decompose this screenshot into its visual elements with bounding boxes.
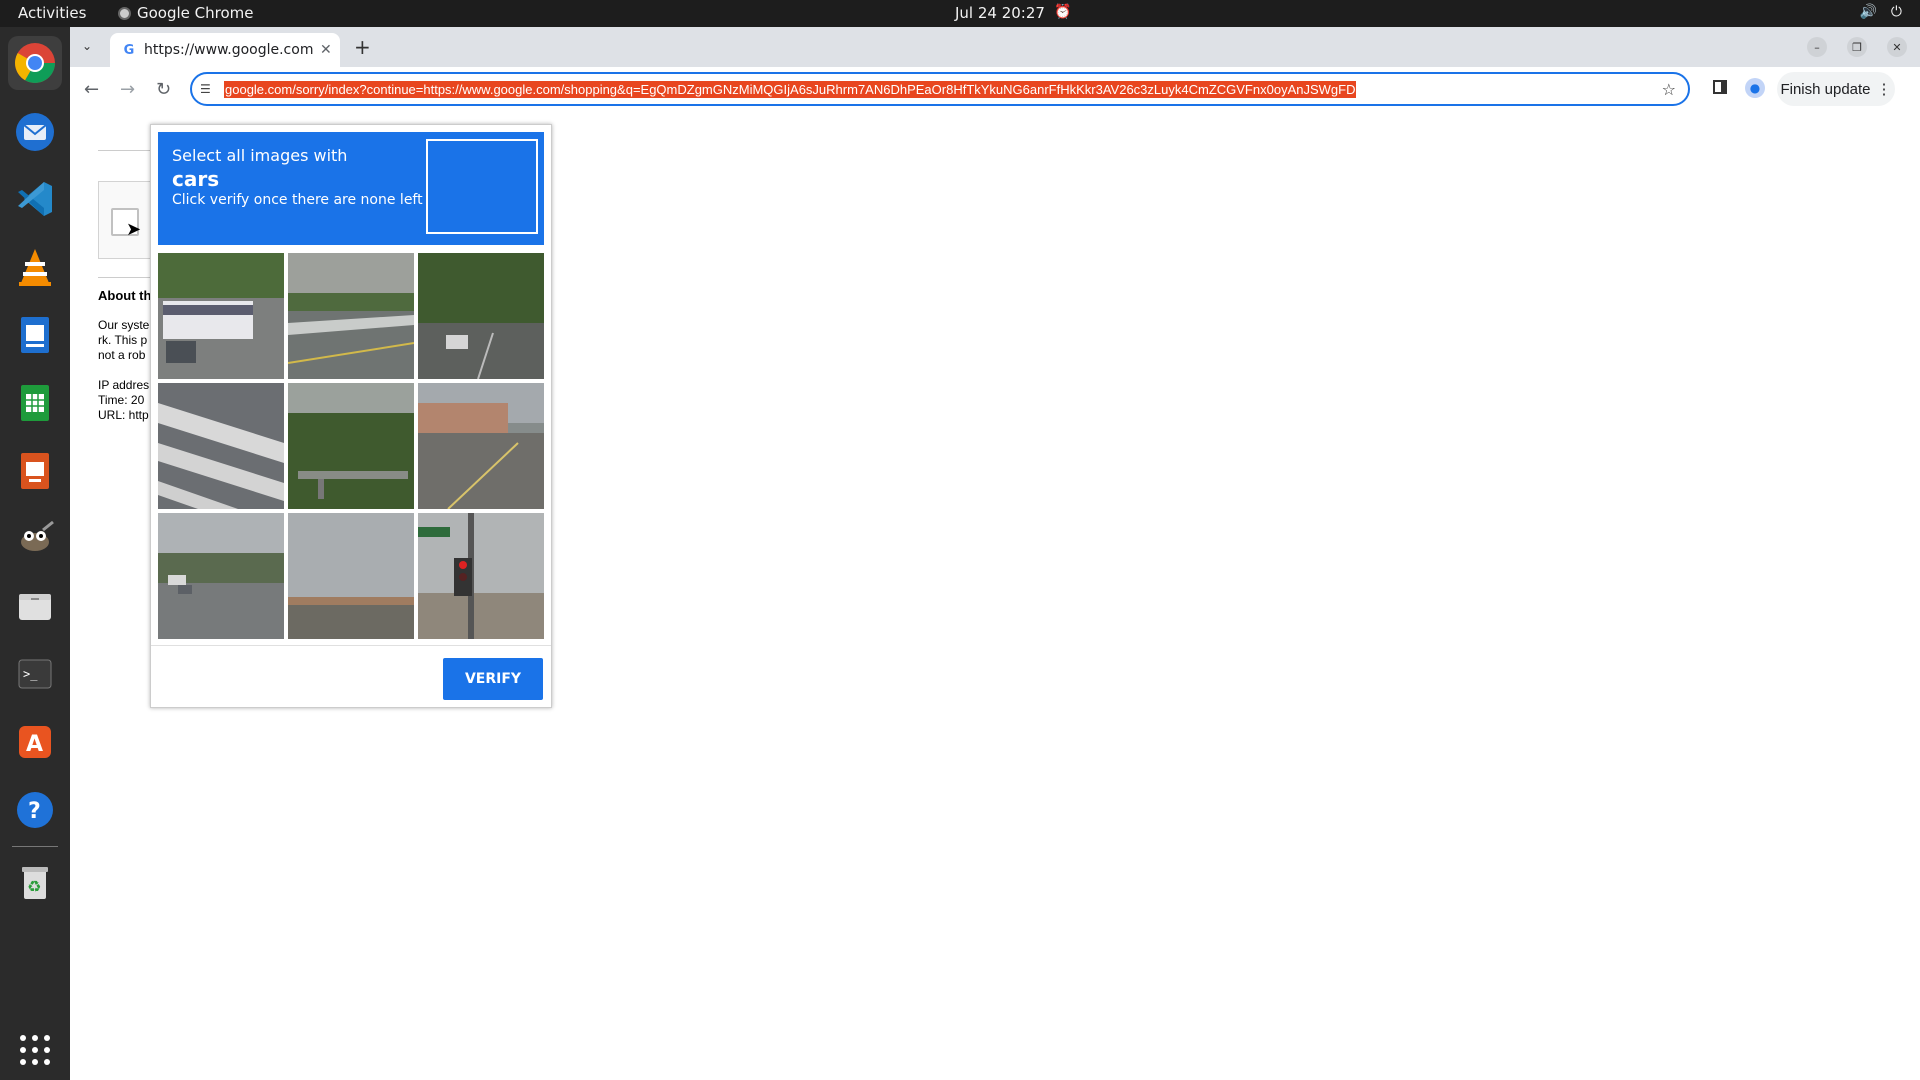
tab-strip: ⌄ G https://www.google.com ✕ + – ❐ ✕	[70, 27, 1920, 67]
help-icon[interactable]: ?	[8, 783, 62, 837]
text-line: IP addres	[98, 378, 150, 392]
captcha-instructions: Select all images with cars Click verify…	[158, 132, 544, 245]
calc-icon[interactable]	[8, 376, 62, 430]
address-bar[interactable]: ☰ google.com/sorry/index?continue=https:…	[190, 72, 1690, 106]
gimp-icon[interactable]	[8, 511, 62, 565]
svg-text:>_: >_	[23, 667, 38, 681]
captcha-tile[interactable]	[158, 383, 284, 509]
captcha-challenge: Select all images with cars Click verify…	[150, 124, 552, 708]
power-icon: ⏻	[1890, 4, 1902, 20]
svg-text:A: A	[26, 732, 43, 757]
app-menu[interactable]: Google Chrome	[118, 4, 254, 22]
trash-icon[interactable]: ♻	[8, 856, 62, 910]
vlc-icon[interactable]	[8, 240, 62, 294]
text-line[interactable]: URL: http	[98, 408, 152, 423]
instruction-line: Select all images with	[172, 146, 348, 165]
captcha-tile[interactable]	[288, 253, 414, 379]
text-line: rk. This p	[98, 333, 148, 347]
app-grid-icon[interactable]	[8, 1023, 62, 1077]
tab-close-icon[interactable]: ✕	[320, 42, 332, 58]
side-panel-icon[interactable]	[1713, 80, 1727, 94]
volume-icon: 🔊	[1859, 4, 1877, 20]
clock[interactable]: Jul 24 20:27	[955, 4, 1045, 22]
google-favicon-icon: G	[123, 42, 135, 58]
captcha-tile[interactable]	[418, 513, 544, 639]
captcha-image-grid	[158, 253, 544, 639]
reload-icon[interactable]: ↻	[156, 79, 171, 100]
chrome-small-icon	[118, 6, 131, 20]
captcha-tile[interactable]	[158, 253, 284, 379]
site-info-icon[interactable]: ☰	[200, 82, 218, 96]
app-center-icon[interactable]: A	[8, 715, 62, 769]
restore-icon[interactable]: ❐	[1847, 37, 1867, 57]
menu-kebab-icon: ⋮	[1876, 81, 1892, 98]
system-status-area[interactable]: 🔊 ⏻	[1859, 4, 1902, 20]
svg-text:?: ?	[28, 799, 41, 824]
dock: >_ A ? ♻	[0, 27, 70, 1080]
about-heading: About th	[98, 288, 152, 303]
files-icon[interactable]	[8, 579, 62, 633]
divider	[98, 277, 158, 278]
minimize-icon[interactable]: –	[1807, 37, 1827, 57]
writer-icon[interactable]	[8, 308, 62, 362]
sample-image-frame	[426, 139, 538, 234]
finish-update-button[interactable]: Finish update ⋮	[1777, 72, 1895, 106]
captcha-tile[interactable]	[288, 383, 414, 509]
tab-title: https://www.google.com	[144, 42, 314, 58]
browser-tab[interactable]: G https://www.google.com ✕	[110, 33, 340, 67]
captcha-tile[interactable]	[418, 383, 544, 509]
thunderbird-icon[interactable]	[8, 105, 62, 159]
browser-toolbar: ← → ↻ ☰ google.com/sorry/index?continue=…	[70, 67, 1920, 114]
profile-avatar-icon[interactable]: ●	[1745, 78, 1765, 98]
terminal-icon[interactable]: >_	[8, 647, 62, 701]
back-icon[interactable]: ←	[84, 79, 99, 100]
app-name: Google Chrome	[137, 4, 254, 22]
captcha-tile[interactable]	[288, 513, 414, 639]
finish-update-label: Finish update	[1780, 80, 1871, 98]
text-line: Our syste	[98, 318, 150, 332]
captcha-tile[interactable]	[158, 513, 284, 639]
explanation-text: Our syste rk. This p not a rob	[98, 318, 152, 363]
divider	[98, 150, 158, 151]
instruction-hint: Click verify once there are none left	[172, 192, 423, 208]
captcha-target: cars	[172, 167, 220, 191]
chrome-icon[interactable]	[8, 36, 62, 90]
activities-button[interactable]: Activities	[18, 4, 86, 22]
text-line: not a rob	[98, 348, 146, 362]
request-details: IP addres Time: 20 URL: http	[98, 378, 152, 423]
svg-text:♻: ♻	[27, 877, 41, 896]
vscode-icon[interactable]	[8, 172, 62, 226]
new-tab-icon[interactable]: +	[354, 35, 371, 59]
text-line: Time: 20	[98, 393, 145, 407]
captcha-tile[interactable]	[418, 253, 544, 379]
system-top-bar: Activities Google Chrome Jul 24 20:27 ⏰ …	[0, 0, 1920, 27]
dock-separator	[12, 846, 58, 847]
tab-search-icon[interactable]: ⌄	[82, 39, 92, 53]
close-window-icon[interactable]: ✕	[1887, 37, 1907, 57]
verify-button[interactable]: VERIFY	[443, 658, 543, 700]
forward-icon[interactable]: →	[120, 79, 135, 100]
captcha-footer: VERIFY	[151, 645, 551, 708]
impress-icon[interactable]	[8, 444, 62, 498]
url-text[interactable]: google.com/sorry/index?continue=https://…	[224, 80, 1357, 98]
bookmark-star-icon[interactable]: ☆	[1662, 80, 1676, 99]
mouse-cursor-icon: ➤	[126, 219, 142, 239]
alarm-icon: ⏰	[1054, 4, 1072, 20]
